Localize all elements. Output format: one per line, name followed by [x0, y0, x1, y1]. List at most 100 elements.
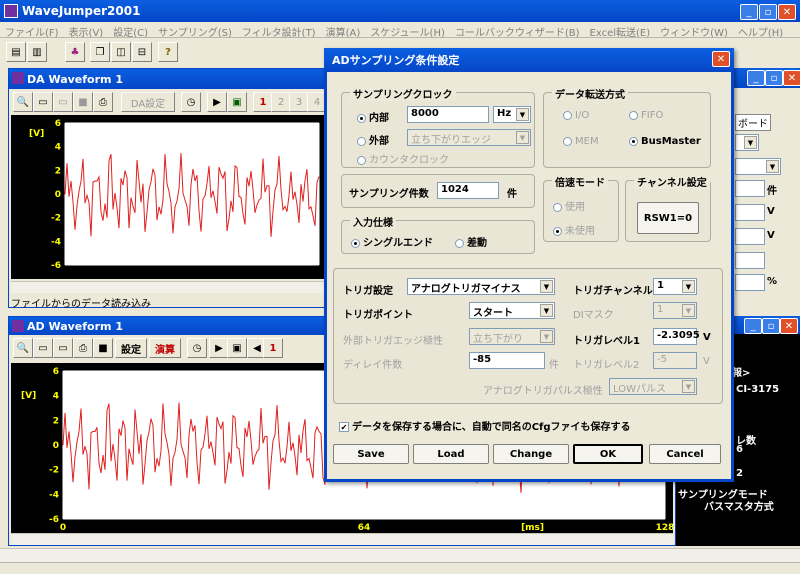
- internal-freq-field[interactable]: 8000: [407, 106, 489, 123]
- save-button[interactable]: Save: [333, 444, 409, 464]
- right-field-5[interactable]: [735, 274, 765, 291]
- pulse-label: アナログトリガパルス極性: [483, 386, 603, 397]
- change-button[interactable]: Change: [493, 444, 569, 464]
- page-1-button[interactable]: 1: [263, 338, 283, 358]
- channel-group-title: チャンネル設定: [634, 174, 710, 189]
- di-mask-select[interactable]: 1 ▼: [653, 302, 697, 319]
- zoom-icon[interactable]: 🔍: [13, 92, 33, 112]
- print-icon[interactable]: ⎙: [93, 92, 113, 112]
- network-icon[interactable]: ♣: [65, 42, 85, 62]
- save-icon[interactable]: ■: [93, 338, 113, 358]
- ad-scrollbar[interactable]: [11, 533, 673, 545]
- ad-y-tick: -2: [49, 466, 59, 476]
- right-lower-close-button[interactable]: ✕: [780, 318, 798, 334]
- new-icon[interactable]: ▤: [6, 42, 26, 62]
- channel-button[interactable]: RSW1=0: [637, 202, 699, 234]
- counter-clock-radio[interactable]: カウンタクロック: [357, 151, 449, 166]
- calc-button[interactable]: 演算: [149, 338, 181, 358]
- ad-y-tick: -4: [49, 490, 59, 500]
- right-select-1[interactable]: ▼: [735, 134, 759, 151]
- pulse-value: LOWパルス: [613, 384, 666, 395]
- right-field-4[interactable]: [735, 252, 765, 269]
- dialog-close-button[interactable]: ✕: [712, 51, 730, 67]
- play-icon[interactable]: ▶: [207, 92, 227, 112]
- transfer-fifo-radio[interactable]: FIFO: [629, 110, 663, 121]
- print-icon[interactable]: ⎙: [73, 338, 93, 358]
- right-close-button[interactable]: ✕: [783, 70, 800, 86]
- right-field-3[interactable]: [735, 228, 765, 245]
- info-header: 報>: [732, 368, 751, 379]
- stop-icon[interactable]: ▣: [227, 92, 247, 112]
- freq-unit-select[interactable]: Hz ▼: [493, 106, 531, 123]
- close-button[interactable]: ✕: [778, 4, 796, 20]
- da-y-tick: -4: [51, 237, 61, 247]
- cancel-button[interactable]: Cancel: [649, 444, 721, 464]
- right-tab-board[interactable]: ボード: [735, 114, 771, 131]
- right-max-button[interactable]: ▫: [765, 70, 783, 86]
- speed-nouse-radio[interactable]: 未使用: [553, 222, 595, 237]
- tile-vertical-icon[interactable]: ◫: [111, 42, 131, 62]
- help-icon[interactable]: ?: [158, 42, 178, 62]
- delay-field[interactable]: -85: [469, 352, 545, 369]
- folder-icon[interactable]: ▭: [33, 338, 53, 358]
- right-min-button[interactable]: _: [747, 70, 765, 86]
- trigger-setting-select[interactable]: アナログトリガマイナス ▼: [407, 278, 555, 295]
- da-scrollbar[interactable]: [11, 281, 327, 293]
- single-ended-radio[interactable]: シングルエンド: [351, 234, 433, 249]
- transfer-group: データ転送方式: [543, 86, 711, 168]
- da-status-text: ファイルからのデータ読み込み: [11, 299, 151, 310]
- cascade-icon[interactable]: ❐: [90, 42, 110, 62]
- internal-radio[interactable]: 内部: [357, 109, 389, 124]
- ext-edge-select[interactable]: 立ち下がり ▼: [469, 328, 555, 345]
- trigger-level1-field[interactable]: -2.3095: [653, 328, 700, 345]
- tile-horizontal-icon[interactable]: ⊟: [132, 42, 152, 62]
- samples-field[interactable]: 1024: [437, 182, 499, 199]
- timer-icon[interactable]: ◷: [181, 92, 201, 112]
- ad-settings-button[interactable]: 設定: [115, 338, 147, 358]
- page-2-button[interactable]: 2: [271, 92, 291, 112]
- da-plot[interactable]: 6 4 2 0 -2 -4 -6 [V]: [11, 115, 327, 279]
- open-file-icon[interactable]: ▭: [53, 338, 73, 358]
- maximize-button[interactable]: ▫: [759, 4, 777, 20]
- right-select-2[interactable]: ▼: [735, 158, 781, 175]
- external-radio[interactable]: 外部: [357, 132, 389, 147]
- right-field-2[interactable]: [735, 204, 765, 221]
- sampling-mode-value: バスマスタ方式: [704, 502, 774, 513]
- speed-use-radio[interactable]: 使用: [553, 198, 585, 213]
- trigger-level2-label: トリガレベル2: [573, 360, 640, 371]
- transfer-io-radio[interactable]: I/O: [563, 110, 589, 121]
- differential-radio[interactable]: 差動: [455, 234, 487, 249]
- ad-y-tick: 6: [53, 367, 59, 377]
- minimize-button[interactable]: _: [740, 4, 758, 20]
- save-cfg-checkbox[interactable]: ✔ データを保存する場合に、自動で同名のCfgファイも保存する: [339, 418, 631, 433]
- da-settings-button[interactable]: DA設定: [121, 92, 175, 112]
- open-icon[interactable]: ▥: [27, 42, 47, 62]
- transfer-mem-radio[interactable]: MEM: [563, 136, 599, 147]
- speed-group-title: 倍速モード: [552, 174, 608, 189]
- load-button[interactable]: Load: [413, 444, 489, 464]
- page-3-button[interactable]: 3: [289, 92, 309, 112]
- ad-x-tick: 64: [358, 523, 371, 533]
- main-scrollbar[interactable]: [0, 548, 800, 562]
- zoom-icon[interactable]: 🔍: [13, 338, 33, 358]
- external-edge-select[interactable]: 立ち下がりエッジ ▼: [407, 129, 531, 146]
- open-file-icon[interactable]: ▭: [53, 92, 73, 112]
- trigger-point-select[interactable]: スタート ▼: [469, 302, 555, 319]
- stop-icon[interactable]: ▣: [227, 338, 247, 358]
- trigger-channel-select[interactable]: 1 ▼: [653, 278, 697, 295]
- right-field-1[interactable]: [735, 180, 765, 197]
- ok-button[interactable]: OK: [573, 444, 643, 464]
- transfer-busmaster-radio[interactable]: BusMaster: [629, 136, 701, 147]
- pulse-select[interactable]: LOWパルス ▼: [609, 378, 697, 395]
- right-lower-max-button[interactable]: ▫: [762, 318, 780, 334]
- checkbox-icon: ✔: [339, 422, 349, 432]
- folder-icon[interactable]: ▭: [33, 92, 53, 112]
- timer-icon[interactable]: ◷: [187, 338, 207, 358]
- save-icon[interactable]: ■: [73, 92, 93, 112]
- right-lower-min-button[interactable]: _: [744, 318, 762, 334]
- page-1-button[interactable]: 1: [253, 92, 273, 112]
- statusbar: [0, 562, 800, 574]
- trigger-level2-field[interactable]: -5: [653, 352, 697, 369]
- trigger-channel-label: トリガチャンネル: [573, 286, 653, 297]
- play-icon[interactable]: ▶: [209, 338, 229, 358]
